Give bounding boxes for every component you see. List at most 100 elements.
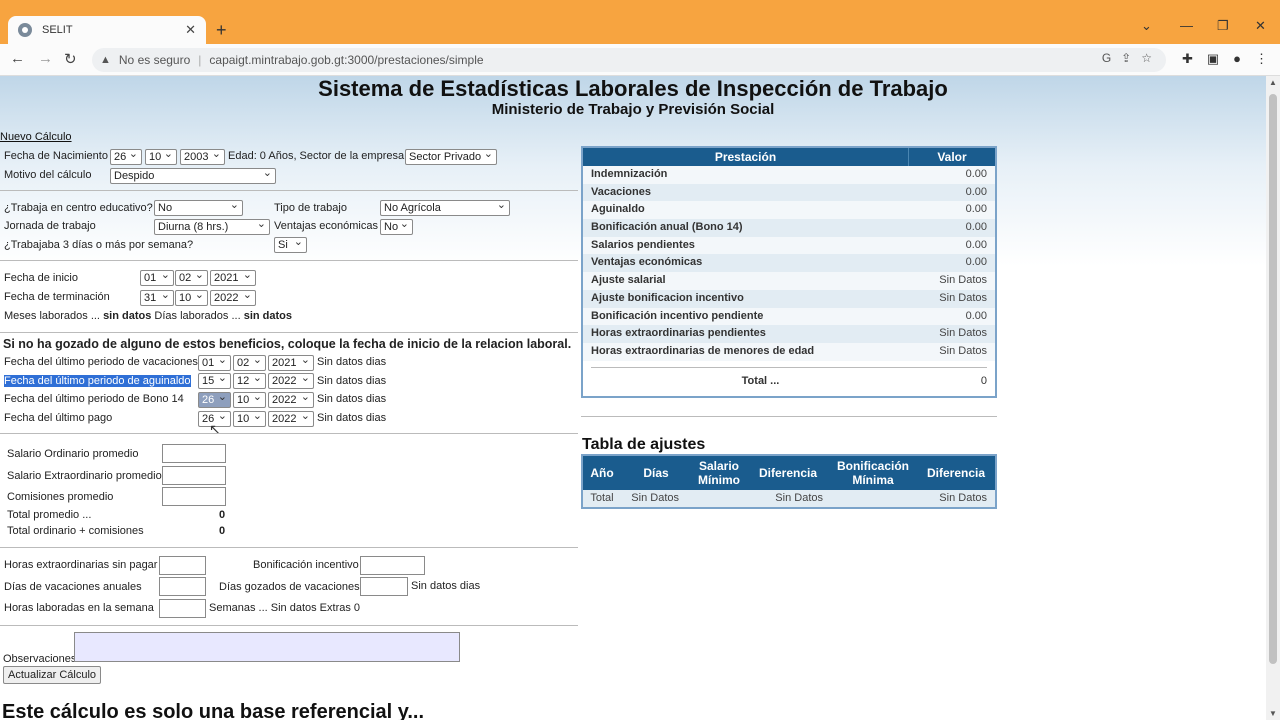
nacimiento-label: Fecha de Nacimiento xyxy=(4,150,108,162)
minimize-icon[interactable]: — xyxy=(1180,18,1193,33)
vacaciones-dia-select[interactable]: 01 xyxy=(198,355,231,371)
prestacion-row: Vacaciones 0.00 xyxy=(583,183,995,202)
prestacion-row: Ventajas económicas 0.00 xyxy=(583,254,995,273)
bono14-mes-select[interactable]: 10 xyxy=(233,392,266,408)
aguinaldo-mes-select[interactable]: 12 xyxy=(233,373,266,389)
divider xyxy=(581,416,997,417)
aguinaldo-dia-select[interactable]: 15 xyxy=(198,373,231,389)
forward-icon[interactable]: → xyxy=(38,50,53,67)
tres-dias-select[interactable]: Si xyxy=(274,237,307,253)
tres-dias-label: ¿Trabajaba 3 días o más por semana? xyxy=(4,239,194,251)
prestacion-row: Ajuste salarial Sin Datos xyxy=(583,272,995,290)
horas-sin-pagar-input[interactable] xyxy=(159,556,206,575)
ajustes-cell: Sin Datos xyxy=(939,492,987,504)
prestacion-name: Bonificación anual (Bono 14) xyxy=(591,221,743,234)
bonificacion-incentivo-input[interactable] xyxy=(360,556,425,575)
bono14-dia-select[interactable]: 26 xyxy=(198,392,231,408)
scroll-down-icon[interactable]: ▼ xyxy=(1269,709,1277,718)
aguinaldo-dias-text: Sin datos dias xyxy=(317,375,387,387)
prestacion-name: Ajuste salarial xyxy=(591,274,666,287)
inicio-anio-select[interactable]: 2021 xyxy=(210,270,256,286)
close-tab-icon[interactable]: ✕ xyxy=(185,22,196,38)
salario-ordinario-label: Salario Ordinario promedio xyxy=(7,448,139,460)
inicio-dia-select[interactable]: 01 xyxy=(140,270,174,286)
ultimo-pago-anio-select[interactable]: 2022 xyxy=(268,411,314,427)
page-content: Sistema de Estadísticas Laborales de Ins… xyxy=(0,76,1266,720)
tab-search-icon[interactable]: ⌄ xyxy=(1141,18,1152,34)
close-window-icon[interactable]: ✕ xyxy=(1255,18,1266,34)
prestacion-value: 0.00 xyxy=(965,203,987,216)
ajustes-cell: Sin Datos xyxy=(775,492,823,504)
prestaciones-total-row: Total ... 0 xyxy=(583,372,995,390)
centro-educativo-select[interactable]: No xyxy=(154,200,243,216)
page-subtitle: Ministerio de Trabajo y Previsión Social xyxy=(491,101,775,118)
salario-ordinario-input[interactable] xyxy=(162,444,226,463)
dias-label: Días laborados ... xyxy=(154,310,241,322)
page-scrollbar[interactable]: ▲ ▼ xyxy=(1266,76,1280,720)
inicio-mes-select[interactable]: 02 xyxy=(175,270,208,286)
ajustes-total-row: Total Sin Datos Sin Datos Sin Datos xyxy=(583,490,995,507)
new-tab-icon[interactable]: + xyxy=(216,20,227,41)
terminacion-anio-select[interactable]: 2022 xyxy=(210,290,256,306)
total-divider xyxy=(591,366,987,368)
vacaciones-dias-text: Sin datos dias xyxy=(317,356,387,368)
dias-gozados-input[interactable] xyxy=(360,577,408,596)
total-ordinario-value: 0 xyxy=(219,525,226,537)
sector-select[interactable]: Sector Privado xyxy=(405,149,497,165)
profile-avatar-icon[interactable]: ● xyxy=(1233,51,1241,67)
meses-dias-line: Meses laborados ... sin datos Días labor… xyxy=(4,310,292,322)
nacimiento-anio-select[interactable]: 2003 xyxy=(180,149,225,165)
dias-vacaciones-input[interactable] xyxy=(159,577,206,596)
tipo-trabajo-select[interactable]: No Agrícola xyxy=(380,200,510,216)
extensions-icon[interactable]: ✚ xyxy=(1182,51,1193,67)
nuevo-calculo-link[interactable]: Nuevo Cálculo xyxy=(0,131,72,143)
scroll-thumb[interactable] xyxy=(1269,94,1277,664)
bono14-anio-select[interactable]: 2022 xyxy=(268,392,314,408)
bono14-dias-text: Sin datos dias xyxy=(317,393,387,405)
divider xyxy=(0,332,578,333)
share-icon[interactable]: ⇪ xyxy=(1121,51,1131,65)
prestacion-name: Aguinaldo xyxy=(591,203,645,216)
browser-tab-bar: SELIT ✕ + ⌄ — ❐ ✕ xyxy=(0,0,1280,44)
jornada-select[interactable]: Diurna (8 hrs.) xyxy=(154,219,270,235)
motivo-select[interactable]: Despido xyxy=(110,168,276,184)
actualizar-calculo-button[interactable]: Actualizar Cálculo xyxy=(3,666,102,684)
sidebar-icon[interactable]: ▣ xyxy=(1207,51,1219,67)
terminacion-label: Fecha de terminación xyxy=(4,291,110,303)
prestacion-col-header: Prestación xyxy=(714,150,777,164)
horas-semana-input[interactable] xyxy=(159,599,206,618)
nacimiento-dia-select[interactable]: 26 xyxy=(110,149,142,165)
prestacion-name: Indemnización xyxy=(591,168,668,180)
back-icon[interactable]: ← xyxy=(10,50,25,67)
terminacion-dia-select[interactable]: 31 xyxy=(140,290,174,306)
comisiones-label: Comisiones promedio xyxy=(7,491,114,503)
prestacion-value: Sin Datos xyxy=(939,291,987,304)
salario-extra-input[interactable] xyxy=(162,466,226,485)
comisiones-input[interactable] xyxy=(162,487,226,506)
prestacion-value: 0.00 xyxy=(965,185,987,198)
browser-tab[interactable]: SELIT ✕ xyxy=(8,16,206,44)
bookmark-star-icon[interactable]: ☆ xyxy=(1141,51,1152,65)
vacaciones-anio-select[interactable]: 2021 xyxy=(268,355,314,371)
prestacion-row: Indemnización 0.00 xyxy=(583,166,995,184)
ventajas-select[interactable]: No xyxy=(380,219,413,235)
prestacion-value: 0.00 xyxy=(965,238,987,251)
ultimo-pago-mes-select[interactable]: 10 xyxy=(233,411,266,427)
google-icon[interactable]: G xyxy=(1102,51,1111,65)
address-bar: ← → ↻ ▲ No es seguro | capaigt.mintrabaj… xyxy=(0,44,1280,76)
omnibox[interactable]: ▲ No es seguro | capaigt.mintrabajo.gob.… xyxy=(92,48,1166,72)
total-promedio-label: Total promedio ... xyxy=(7,509,92,521)
aguinaldo-anio-select[interactable]: 2022 xyxy=(268,373,314,389)
prestacion-row: Aguinaldo 0.00 xyxy=(583,201,995,220)
reload-icon[interactable]: ↻ xyxy=(64,50,77,68)
maximize-icon[interactable]: ❐ xyxy=(1217,18,1229,34)
menu-icon[interactable]: ⋮ xyxy=(1255,51,1268,67)
ajustes-col-bonificacion-minima: Bonificación Mínima xyxy=(836,459,909,487)
terminacion-mes-select[interactable]: 10 xyxy=(175,290,208,306)
nacimiento-mes-select[interactable]: 10 xyxy=(145,149,177,165)
prestacion-value: Sin Datos xyxy=(939,344,987,357)
vacaciones-mes-select[interactable]: 02 xyxy=(233,355,266,371)
prestacion-row: Bonificación anual (Bono 14) 0.00 xyxy=(583,219,995,237)
scroll-up-icon[interactable]: ▲ xyxy=(1269,78,1277,87)
observaciones-textarea[interactable] xyxy=(74,632,460,662)
